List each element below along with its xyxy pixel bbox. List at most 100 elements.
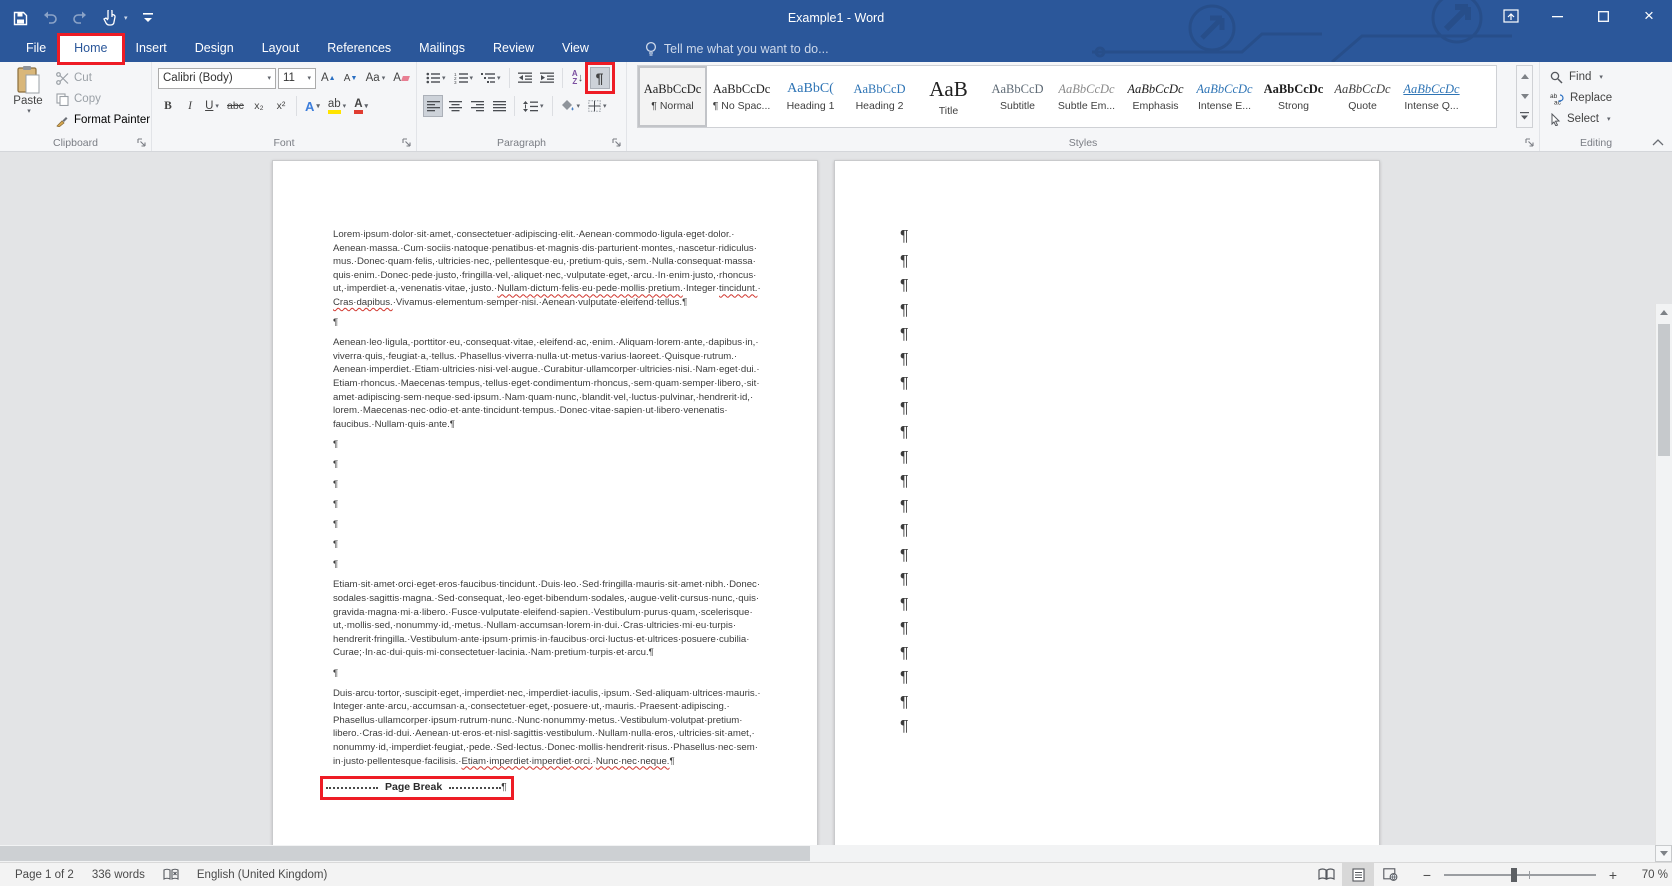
tab-insert[interactable]: Insert xyxy=(122,36,181,62)
align-left-button[interactable] xyxy=(423,95,443,117)
style-subtitle[interactable]: AaBbCcDSubtitle xyxy=(983,66,1052,127)
styles-dialog-launcher-icon[interactable] xyxy=(1525,138,1535,148)
word-count[interactable]: 336 words xyxy=(83,863,154,886)
align-right-button[interactable] xyxy=(467,95,487,117)
styles-more-icon[interactable] xyxy=(1517,107,1532,127)
zoom-slider[interactable] xyxy=(1444,868,1596,882)
maximize-button[interactable] xyxy=(1580,0,1626,32)
tab-references[interactable]: References xyxy=(313,36,405,62)
highlight-button[interactable]: ab▾ xyxy=(325,95,349,117)
style-heading-1[interactable]: AaBbC(Heading 1 xyxy=(776,66,845,127)
tab-file[interactable]: File xyxy=(12,36,60,62)
style-intense-q[interactable]: AaBbCcDcIntense Q... xyxy=(1397,66,1466,127)
tab-layout[interactable]: Layout xyxy=(248,36,314,62)
increase-indent-button[interactable] xyxy=(537,67,557,89)
style-subtle-em[interactable]: AaBbCcDcSubtle Em... xyxy=(1052,66,1121,127)
language-indicator[interactable]: English (United Kingdom) xyxy=(188,863,336,886)
redo-icon[interactable] xyxy=(70,7,90,29)
paragraph-dialog-launcher-icon[interactable] xyxy=(612,138,622,148)
clear-formatting-button[interactable]: A xyxy=(390,67,412,89)
decrease-indent-button[interactable] xyxy=(515,67,535,89)
style-strong[interactable]: AaBbCcDcStrong xyxy=(1259,66,1328,127)
page-1[interactable]: Lorem·​ipsum·​dolor·​sit·​amet,·​consect… xyxy=(272,160,818,845)
align-center-button[interactable] xyxy=(445,95,465,117)
text-effects-button[interactable]: A▾ xyxy=(302,95,323,117)
select-dropdown-icon[interactable]: ▾ xyxy=(1607,115,1611,123)
scroll-down-button[interactable] xyxy=(1655,845,1672,862)
line-spacing-dropdown-icon[interactable]: ▾ xyxy=(540,102,544,110)
tab-review[interactable]: Review xyxy=(479,36,548,62)
replace-button[interactable]: abac Replace xyxy=(1550,88,1612,108)
tell-me-box[interactable]: Tell me what you want to do... xyxy=(645,36,829,62)
underline-button[interactable]: U▾ xyxy=(202,95,222,117)
multilevel-dropdown-icon[interactable]: ▾ xyxy=(497,74,501,82)
find-dropdown-icon[interactable]: ▾ xyxy=(1599,73,1603,81)
shading-dropdown-icon[interactable]: ▾ xyxy=(577,102,581,110)
borders-dropdown-icon[interactable]: ▾ xyxy=(603,102,607,110)
styles-scroll-down-icon[interactable] xyxy=(1517,86,1532,106)
zoom-slider-thumb[interactable] xyxy=(1511,868,1517,882)
read-mode-button[interactable] xyxy=(1310,863,1342,886)
vertical-scroll-thumb[interactable] xyxy=(1658,324,1670,456)
shading-button[interactable]: ▾ xyxy=(558,95,584,117)
style-quote[interactable]: AaBbCcDcQuote xyxy=(1328,66,1397,127)
bold-button[interactable]: B xyxy=(158,95,178,117)
highlight-dropdown-icon[interactable]: ▾ xyxy=(343,102,347,110)
style-heading-2[interactable]: AaBbCcDHeading 2 xyxy=(845,66,914,127)
superscript-button[interactable]: x² xyxy=(271,95,291,117)
shrink-font-button[interactable]: A▼ xyxy=(341,67,361,89)
tab-view[interactable]: View xyxy=(548,36,603,62)
change-case-button[interactable]: Aa▾ xyxy=(363,67,389,89)
scroll-up-icon[interactable] xyxy=(1660,310,1668,315)
copy-button[interactable]: Copy xyxy=(56,89,101,109)
font-color-dropdown-icon[interactable]: ▾ xyxy=(365,102,369,110)
style-intense-e[interactable]: AaBbCcDcIntense E... xyxy=(1190,66,1259,127)
collapse-ribbon-icon[interactable] xyxy=(1652,139,1664,146)
paste-dropdown-icon[interactable]: ▾ xyxy=(27,107,31,115)
horizontal-scroll-thumb[interactable] xyxy=(0,846,810,861)
zoom-out-button[interactable]: − xyxy=(1420,867,1434,883)
clipboard-dialog-launcher-icon[interactable] xyxy=(137,138,147,148)
style-emphasis[interactable]: AaBbCcDcEmphasis xyxy=(1121,66,1190,127)
tab-mailings[interactable]: Mailings xyxy=(405,36,479,62)
line-spacing-button[interactable]: ▾ xyxy=(520,95,547,117)
numbering-dropdown-icon[interactable]: ▾ xyxy=(470,74,474,82)
document-area[interactable]: Lorem·​ipsum·​dolor·​sit·​amet,·​consect… xyxy=(0,152,1672,845)
style-no-spac[interactable]: AaBbCcDc¶ No Spac... xyxy=(707,66,776,127)
proofing-errors-button[interactable] xyxy=(154,863,188,886)
format-painter-button[interactable]: Format Painter xyxy=(56,110,150,130)
borders-button[interactable]: ▾ xyxy=(585,95,610,117)
page-break-marker[interactable]: Page Break¶ xyxy=(326,781,507,795)
ribbon-display-options-icon[interactable] xyxy=(1488,0,1534,32)
touch-mode-dropdown-icon[interactable]: ▾ xyxy=(124,14,128,22)
multilevel-list-button[interactable]: ▾ xyxy=(478,67,504,89)
strikethrough-button[interactable]: abc xyxy=(224,95,247,117)
italic-button[interactable]: I xyxy=(180,95,200,117)
page-2[interactable]: ¶¶¶¶¶¶¶¶¶¶¶¶¶¶¶¶¶¶¶¶¶ xyxy=(834,160,1380,845)
text-effects-dropdown-icon[interactable]: ▾ xyxy=(316,102,320,110)
tab-design[interactable]: Design xyxy=(181,36,248,62)
horizontal-scrollbar[interactable] xyxy=(0,845,1672,862)
underline-dropdown-icon[interactable]: ▾ xyxy=(215,102,219,110)
font-size-dropdown-icon[interactable]: ▾ xyxy=(307,74,311,82)
subscript-button[interactable]: x₂ xyxy=(249,95,269,117)
save-icon[interactable] xyxy=(10,7,30,29)
touch-mouse-mode-icon[interactable] xyxy=(100,7,120,29)
grow-font-button[interactable]: A▲ xyxy=(318,67,339,89)
zoom-in-button[interactable]: + xyxy=(1606,867,1620,883)
find-button[interactable]: Find▾ xyxy=(1550,67,1603,87)
style-title[interactable]: AaBTitle xyxy=(914,66,983,127)
customize-qat-icon[interactable] xyxy=(138,7,158,29)
styles-scroll-up-icon[interactable] xyxy=(1517,66,1532,86)
print-layout-button[interactable] xyxy=(1342,863,1374,886)
bullets-button[interactable]: ▾ xyxy=(423,67,449,89)
font-dialog-launcher-icon[interactable] xyxy=(402,138,412,148)
paste-button[interactable]: Paste ▾ xyxy=(6,65,50,129)
cut-button[interactable]: Cut xyxy=(56,68,92,88)
font-name-combo[interactable]: Calibri (Body)▾ xyxy=(158,68,276,89)
font-name-dropdown-icon[interactable]: ▾ xyxy=(267,74,271,82)
web-layout-button[interactable] xyxy=(1374,863,1406,886)
close-button[interactable]: × xyxy=(1626,0,1672,32)
font-color-button[interactable]: A▾ xyxy=(351,95,371,117)
sort-button[interactable]: AZ↓ xyxy=(568,67,588,89)
